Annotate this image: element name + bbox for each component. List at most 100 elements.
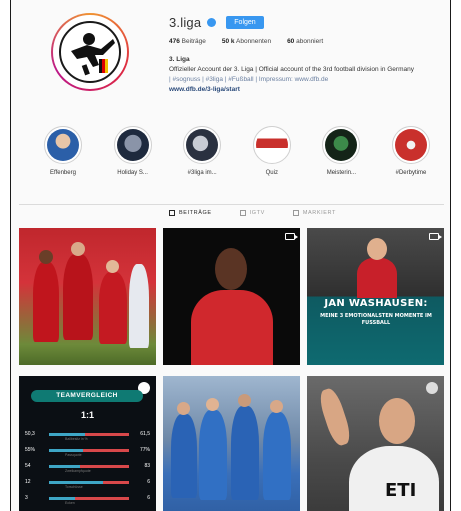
highlight-label: Effenberg bbox=[50, 170, 76, 176]
comparison-row: 54 Zweikampfquote 83 bbox=[25, 462, 150, 473]
club-logo-icon bbox=[426, 382, 438, 394]
away-value: 61,5 bbox=[140, 431, 150, 437]
highlight-image bbox=[47, 129, 79, 161]
highlight-meisterin[interactable]: Meisterin... bbox=[315, 126, 367, 176]
highlight-holiday[interactable]: Holiday S... bbox=[107, 126, 159, 176]
player-figure bbox=[191, 290, 273, 365]
comparison-bar-fill bbox=[49, 433, 85, 436]
highlight-cover bbox=[322, 126, 361, 164]
followers-value: 50 k bbox=[221, 38, 235, 45]
highlight-3liga-im[interactable]: #3liga im... bbox=[176, 126, 228, 176]
comparison-bar-fill bbox=[49, 449, 83, 452]
story-highlights: Effenberg Holiday S... #3liga im... Quiz… bbox=[37, 126, 437, 176]
profile-bio: 3. Liga Offizieller Account der 3. Liga … bbox=[169, 55, 450, 95]
comparison-row: 50,3 Ballbesitz in % 61,5 bbox=[25, 430, 150, 441]
post-thumbnail[interactable]: JAN WASHAUSEN: MEINE 3 EMOTIONALSTEN MOM… bbox=[307, 228, 444, 365]
highlight-image bbox=[255, 129, 288, 161]
highlight-label: Holiday S... bbox=[117, 170, 148, 176]
home-value: 50,3 bbox=[25, 431, 35, 437]
post-subtitle: MEINE 3 EMOTIONALSTEN MOMENTE IM FUSSBAL… bbox=[320, 313, 432, 326]
followers-count[interactable]: 50 k Abonnenten bbox=[222, 38, 271, 45]
highlight-effenberg[interactable]: Effenberg bbox=[37, 126, 89, 176]
bio-line-1: Offizieller Account der 3. Liga | Offici… bbox=[169, 66, 414, 73]
stat-label: Torschüsse bbox=[65, 485, 83, 489]
profile-username: 3.liga bbox=[169, 15, 202, 30]
pointing-arm bbox=[316, 386, 354, 448]
match-score: 1:1 bbox=[80, 410, 94, 420]
player-head bbox=[106, 260, 119, 273]
tab-igtv[interactable]: IGTV bbox=[239, 210, 265, 216]
comparison-bar bbox=[49, 481, 129, 484]
player-figure bbox=[231, 406, 259, 500]
player-figure bbox=[357, 258, 397, 298]
comparison-bar bbox=[49, 433, 129, 436]
highlight-image bbox=[116, 129, 149, 161]
tab-posts[interactable]: BEITRÄGE bbox=[169, 210, 212, 216]
highlight-cover bbox=[113, 126, 152, 164]
post-overlay-text: JAN WASHAUSEN: MEINE 3 EMOTIONALSTEN MOM… bbox=[315, 298, 437, 327]
post-thumbnail[interactable] bbox=[163, 228, 300, 365]
video-icon bbox=[285, 233, 298, 240]
comparison-bar-fill bbox=[49, 481, 103, 484]
follow-button[interactable]: Folgen bbox=[226, 16, 264, 29]
username-row: 3.liga Folgen bbox=[169, 15, 264, 30]
shirt-text: ETI bbox=[385, 480, 417, 501]
comparison-row: 55% Passquote 77% bbox=[25, 446, 150, 457]
highlight-label: #3liga im... bbox=[187, 170, 217, 176]
posts-count: 476 Beiträge bbox=[169, 38, 206, 45]
igtv-icon bbox=[239, 210, 246, 216]
highlight-derbytime[interactable]: #Derbytime bbox=[385, 126, 437, 176]
player-figure bbox=[199, 410, 227, 500]
avatar-inner bbox=[53, 15, 127, 89]
stat-label: Zweikampfquote bbox=[65, 469, 91, 473]
player-figure bbox=[33, 262, 59, 342]
post-thumbnail[interactable] bbox=[19, 228, 156, 365]
player-figure bbox=[171, 414, 197, 498]
player-figure bbox=[99, 272, 127, 344]
away-value: 83 bbox=[144, 463, 150, 469]
player-head bbox=[215, 248, 247, 290]
following-label: abonniert bbox=[296, 38, 324, 45]
away-value: 6 bbox=[147, 479, 150, 485]
comparison-bar bbox=[49, 465, 129, 468]
home-value: 55% bbox=[25, 447, 36, 453]
tab-tagged[interactable]: MARKIERT bbox=[292, 210, 336, 216]
posts-grid: JAN WASHAUSEN: MEINE 3 EMOTIONALSTEN MOM… bbox=[19, 228, 444, 511]
post-thumbnail[interactable] bbox=[163, 376, 300, 511]
kicker-logo-icon bbox=[71, 33, 115, 76]
post-thumbnail[interactable]: ETI bbox=[307, 376, 444, 511]
tagged-icon bbox=[292, 210, 299, 216]
highlight-image bbox=[394, 129, 427, 161]
posts-label: Beiträge bbox=[181, 38, 206, 45]
posts-value: 476 bbox=[169, 38, 180, 45]
bio-website-link[interactable]: www.dfb.de/3-liga/start bbox=[169, 85, 450, 95]
highlight-cover bbox=[183, 126, 222, 164]
home-value: 54 bbox=[25, 463, 31, 469]
grid-icon bbox=[169, 210, 175, 216]
player-head bbox=[177, 402, 190, 415]
instagram-profile-page: 3.liga Folgen 476 Beiträge 50 k Abonnent… bbox=[10, 0, 451, 511]
verified-badge-icon bbox=[207, 18, 217, 27]
profile-stats: 476 Beiträge 50 k Abonnenten 60 abonnier… bbox=[169, 38, 323, 45]
highlight-cover bbox=[44, 126, 82, 164]
player-figure bbox=[63, 254, 93, 340]
post-thumbnail[interactable]: TEAMVERGLEICH 1:1 50,3 Ballbesitz in % 61,… bbox=[19, 376, 156, 511]
player-figure bbox=[263, 412, 291, 500]
comparison-bar-fill bbox=[49, 497, 76, 500]
team-comparison-header: TEAMVERGLEICH bbox=[31, 390, 143, 402]
bio-hashtags[interactable]: | #sognuss | #3liga | #Fußball | Impress… bbox=[169, 75, 450, 85]
highlight-cover bbox=[252, 126, 291, 164]
comparison-bar bbox=[49, 449, 129, 452]
player-figure bbox=[349, 446, 439, 511]
followers-label: Abonnenten bbox=[236, 38, 272, 45]
following-count[interactable]: 60 abonniert bbox=[287, 38, 323, 45]
home-value: 12 bbox=[25, 479, 31, 485]
tab-label: MARKIERT bbox=[302, 210, 336, 216]
highlight-quiz[interactable]: Quiz bbox=[246, 126, 298, 176]
highlight-label: Quiz bbox=[265, 170, 278, 176]
away-value: 6 bbox=[147, 495, 150, 501]
stat-label: Passquote bbox=[65, 453, 82, 457]
player-head bbox=[71, 242, 85, 256]
profile-avatar[interactable] bbox=[51, 13, 129, 91]
comparison-row: 3 Ecken 6 bbox=[25, 494, 150, 505]
